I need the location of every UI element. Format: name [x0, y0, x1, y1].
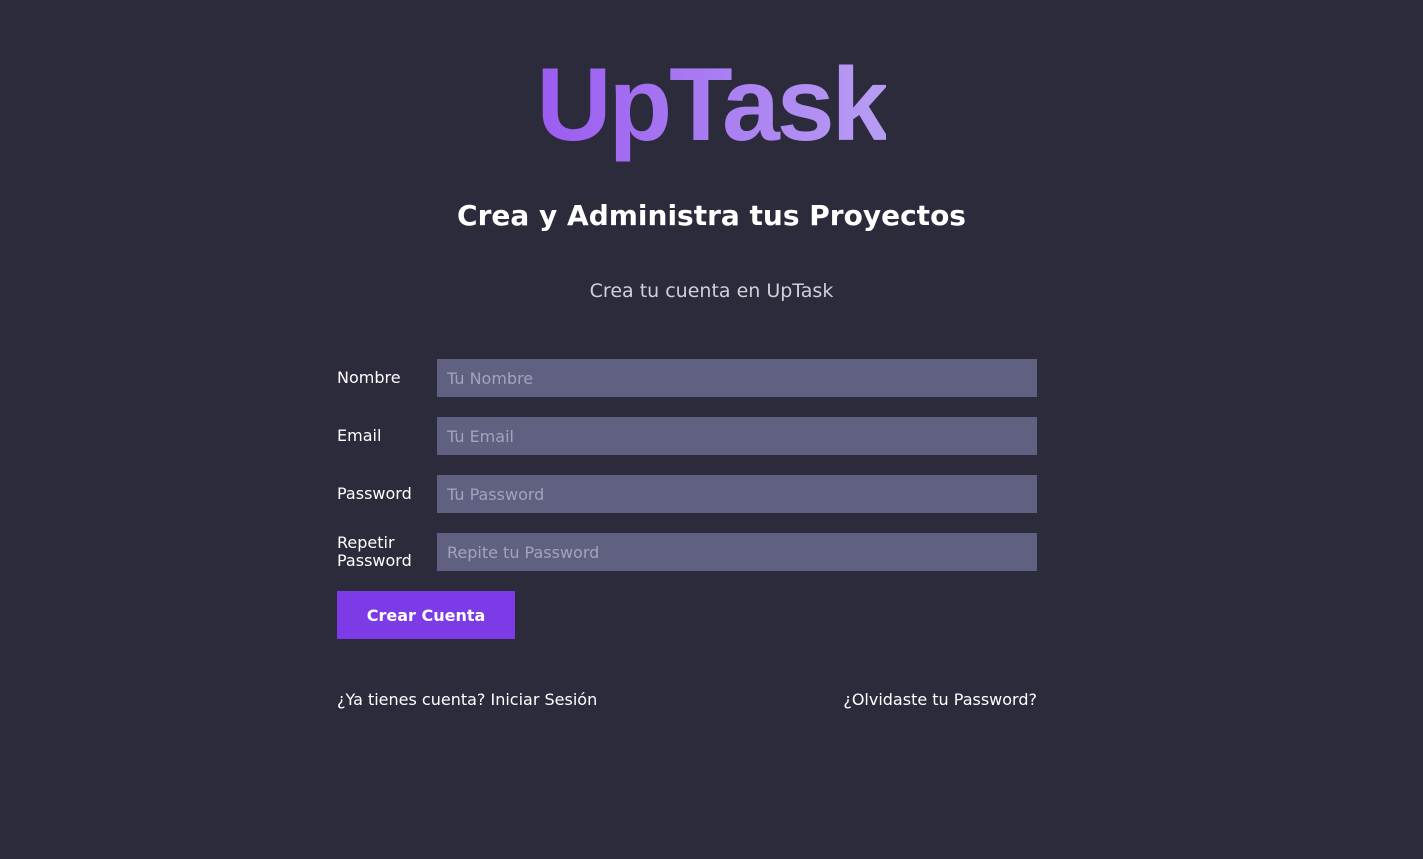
- name-field-row: Nombre: [337, 359, 1037, 397]
- repeat-password-label: Repetir Password: [337, 533, 412, 570]
- name-label: Nombre: [337, 368, 401, 387]
- auth-links: ¿Ya tienes cuenta? Iniciar Sesión ¿Olvid…: [337, 688, 1037, 712]
- name-input[interactable]: [437, 359, 1037, 397]
- email-field-row: Email: [337, 417, 1037, 455]
- login-link[interactable]: ¿Ya tienes cuenta? Iniciar Sesión: [337, 688, 597, 712]
- email-label: Email: [337, 426, 382, 445]
- create-account-button[interactable]: Crear Cuenta: [337, 591, 515, 639]
- password-label: Password: [337, 484, 412, 503]
- password-input[interactable]: [437, 475, 1037, 513]
- logo-text: UpTask: [536, 47, 890, 163]
- email-input[interactable]: [437, 417, 1037, 455]
- app-logo: UpTask: [0, 40, 1423, 170]
- page-tagline: Crea y Administra tus Proyectos: [457, 199, 966, 232]
- repeat-password-field-row: Repetir Password: [337, 533, 1037, 571]
- signup-form: Nombre Email Password Repetir Password C…: [337, 359, 1037, 639]
- page-subtitle: Crea tu cuenta en UpTask: [589, 280, 834, 302]
- forgot-password-link[interactable]: ¿Olvidaste tu Password?: [843, 688, 1037, 712]
- repeat-password-input[interactable]: [437, 533, 1037, 571]
- password-field-row: Password: [337, 475, 1037, 513]
